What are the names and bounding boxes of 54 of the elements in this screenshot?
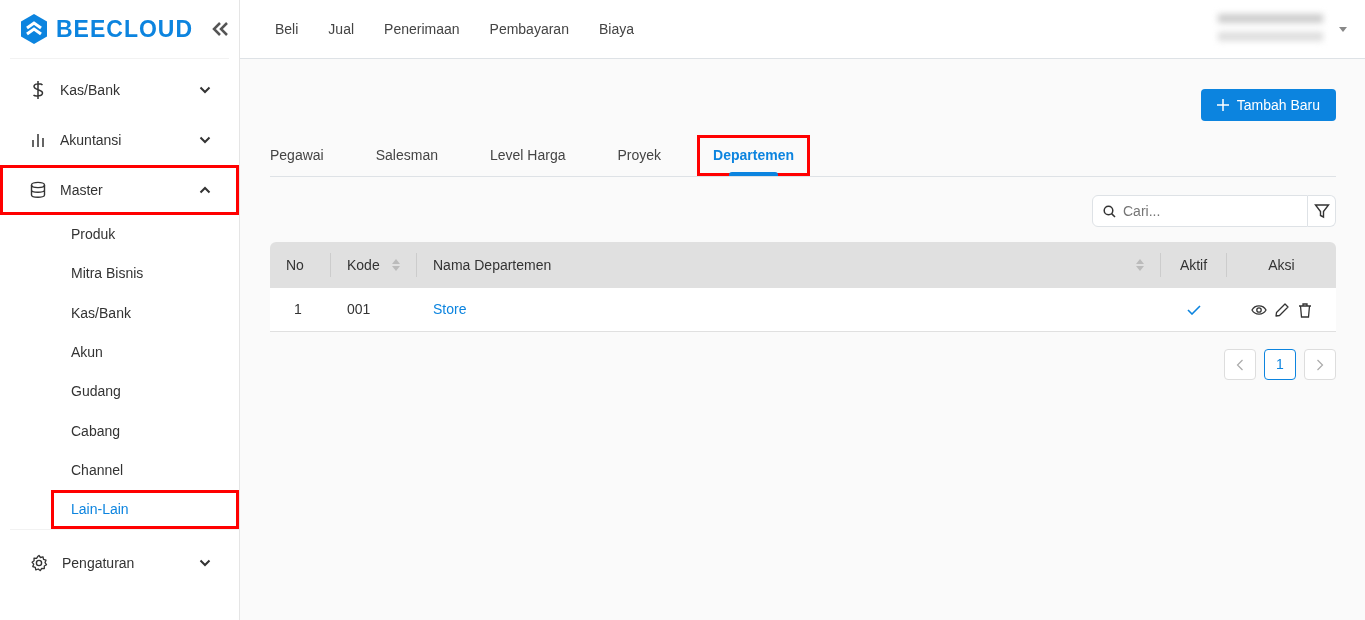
tab[interactable]: Proyek: [617, 145, 662, 176]
sidebar-item[interactable]: Akuntansi: [0, 115, 239, 165]
dollar-icon: [30, 80, 46, 100]
tab[interactable]: Departemen: [713, 145, 794, 176]
logo-text: BEECLOUD: [56, 14, 194, 44]
table-cell-text: 001: [346, 300, 372, 319]
chevron-up-icon: [199, 186, 211, 194]
table-cell-text: 1: [293, 300, 303, 319]
submenu-item[interactable]: Cabang: [51, 411, 239, 451]
sidebar-item[interactable]: Kas/Bank: [0, 65, 239, 115]
delete-icon[interactable]: [1296, 301, 1313, 318]
submenu-item[interactable]: Channel: [51, 450, 239, 491]
chevron-down-icon: [199, 136, 211, 144]
sort-icon: [392, 259, 400, 271]
filter-icon: [1313, 203, 1330, 219]
submenu-item[interactable]: Produk: [51, 215, 239, 255]
search-field[interactable]: Cari...: [1092, 195, 1308, 227]
edit-icon[interactable]: [1273, 301, 1290, 318]
chevron-right-icon: [1316, 358, 1324, 371]
tab[interactable]: Level Harga: [489, 145, 566, 176]
sort-icon: [1136, 259, 1144, 271]
chevron-left-icon: [1236, 358, 1244, 371]
nav-link-item[interactable]: Penerimaan: [384, 18, 460, 40]
column-header: Aktif: [1178, 255, 1209, 275]
chevron-down-icon: [199, 559, 211, 568]
nav-link-item[interactable]: Beli: [275, 18, 299, 40]
submenu-item[interactable]: Akun: [51, 332, 239, 373]
nav-link-item[interactable]: Biaya: [598, 18, 634, 40]
column-header: Aksi: [1267, 255, 1296, 275]
database-icon: [30, 181, 46, 199]
submenu-item[interactable]: Mitra Bisnis: [51, 254, 239, 294]
logo-icon: [20, 14, 48, 44]
tab[interactable]: Salesman: [375, 145, 438, 176]
plus-icon: [1216, 99, 1229, 111]
submenu-item[interactable]: Kas/Bank: [51, 293, 239, 333]
submenu-item[interactable]: Lain-Lain: [51, 490, 239, 530]
add-new-button[interactable]: Tambah Baru: [1200, 89, 1336, 121]
table-link[interactable]: Store: [433, 299, 467, 320]
column-header: Nama Departemen: [417, 242, 1160, 288]
nav-link-item[interactable]: Pembayaran: [489, 18, 569, 40]
search-icon: [1103, 205, 1116, 218]
caret-icon[interactable]: [1339, 26, 1347, 32]
column-header: Kode: [331, 242, 416, 288]
chevron-down-icon: [199, 86, 211, 94]
gear-icon: [30, 554, 48, 573]
page-button[interactable]: 1: [1264, 349, 1296, 380]
tab[interactable]: Pegawai: [270, 145, 324, 176]
sidebar-item[interactable]: Master: [0, 165, 239, 215]
bar-chart-icon: [30, 132, 46, 148]
column-header: No: [285, 255, 305, 275]
sidebar-item[interactable]: Pengaturan: [0, 538, 239, 589]
filter-button[interactable]: [1308, 195, 1336, 227]
submenu-item[interactable]: Gudang: [51, 372, 239, 412]
nav-link-item[interactable]: Jual: [328, 18, 355, 40]
